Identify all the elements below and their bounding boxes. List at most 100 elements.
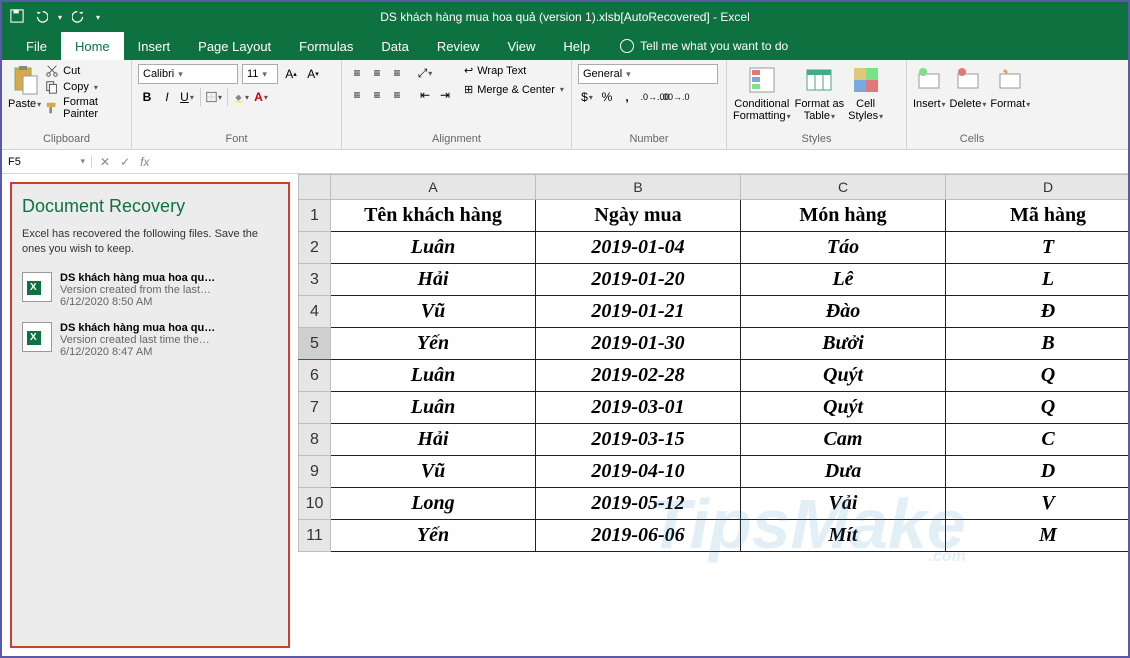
data-cell[interactable]: 2019-01-21 — [536, 296, 741, 328]
insert-cells-button[interactable]: Insert — [913, 64, 946, 110]
row-header[interactable]: 8 — [299, 424, 331, 456]
data-cell[interactable]: Vải — [741, 488, 946, 520]
data-cell[interactable]: Đào — [741, 296, 946, 328]
row-header[interactable]: 3 — [299, 264, 331, 296]
merge-center-button[interactable]: ⊞Merge & Center — [464, 83, 564, 96]
copy-button[interactable]: Copy — [45, 80, 125, 94]
data-cell[interactable]: Yến — [331, 520, 536, 552]
fx-icon[interactable]: fx — [140, 155, 149, 169]
data-cell[interactable]: B — [946, 328, 1129, 360]
tab-formulas[interactable]: Formulas — [285, 32, 367, 60]
column-header[interactable]: B — [536, 175, 741, 200]
data-cell[interactable]: 2019-03-15 — [536, 424, 741, 456]
data-cell[interactable]: 2019-06-06 — [536, 520, 741, 552]
align-middle-button[interactable]: ≡ — [368, 64, 386, 82]
spreadsheet-grid[interactable]: TipsMake.com ABCD1Tên khách hàngNgày mua… — [298, 174, 1128, 656]
increase-font-button[interactable]: A▴ — [282, 65, 300, 83]
font-size-combo[interactable]: 11 — [242, 64, 278, 84]
tab-home[interactable]: Home — [61, 32, 124, 60]
decrease-indent-button[interactable]: ⇤ — [416, 86, 434, 104]
data-cell[interactable]: 2019-03-01 — [536, 392, 741, 424]
data-cell[interactable]: Táo — [741, 232, 946, 264]
row-header[interactable]: 2 — [299, 232, 331, 264]
fill-color-button[interactable] — [232, 88, 250, 106]
data-cell[interactable]: Hải — [331, 424, 536, 456]
data-cell[interactable]: Long — [331, 488, 536, 520]
align-top-button[interactable]: ≡ — [348, 64, 366, 82]
row-header[interactable]: 4 — [299, 296, 331, 328]
row-header[interactable]: 5 — [299, 328, 331, 360]
qat-customize-icon[interactable]: ▾ — [96, 13, 100, 22]
tab-help[interactable]: Help — [549, 32, 604, 60]
data-cell[interactable]: Q — [946, 392, 1129, 424]
data-cell[interactable]: Dưa — [741, 456, 946, 488]
data-cell[interactable]: Vũ — [331, 456, 536, 488]
recovery-item[interactable]: DS khách hàng mua hoa qu…Version created… — [22, 322, 278, 358]
conditional-formatting-button[interactable]: Conditional Formatting — [733, 64, 791, 122]
tab-file[interactable]: File — [12, 32, 61, 60]
align-center-button[interactable]: ≡ — [368, 86, 386, 104]
currency-button[interactable]: $ — [578, 88, 596, 106]
tab-review[interactable]: Review — [423, 32, 494, 60]
format-as-table-button[interactable]: Format as Table — [795, 64, 845, 122]
font-name-combo[interactable]: Calibri — [138, 64, 238, 84]
align-right-button[interactable]: ≡ — [388, 86, 406, 104]
data-cell[interactable]: D — [946, 456, 1129, 488]
row-header[interactable]: 7 — [299, 392, 331, 424]
data-cell[interactable]: V — [946, 488, 1129, 520]
align-left-button[interactable]: ≡ — [348, 86, 366, 104]
column-header[interactable]: C — [741, 175, 946, 200]
data-cell[interactable]: Đ — [946, 296, 1129, 328]
increase-indent-button[interactable]: ⇥ — [436, 86, 454, 104]
undo-icon[interactable] — [34, 9, 48, 26]
underline-button[interactable]: U — [178, 88, 196, 106]
percent-button[interactable]: % — [598, 88, 616, 106]
data-cell[interactable]: Luân — [331, 392, 536, 424]
comma-button[interactable]: , — [618, 88, 636, 106]
data-cell[interactable]: 2019-05-12 — [536, 488, 741, 520]
decrease-font-button[interactable]: A▾ — [304, 65, 322, 83]
data-cell[interactable]: Cam — [741, 424, 946, 456]
number-format-combo[interactable]: General — [578, 64, 718, 84]
data-cell[interactable]: L — [946, 264, 1129, 296]
header-cell[interactable]: Ngày mua — [536, 200, 741, 232]
header-cell[interactable]: Mã hàng — [946, 200, 1129, 232]
tab-view[interactable]: View — [493, 32, 549, 60]
borders-button[interactable] — [205, 88, 223, 106]
row-header[interactable]: 6 — [299, 360, 331, 392]
data-cell[interactable]: 2019-02-28 — [536, 360, 741, 392]
cell-styles-button[interactable]: Cell Styles — [848, 64, 883, 122]
data-cell[interactable]: 2019-01-30 — [536, 328, 741, 360]
data-cell[interactable]: Yến — [331, 328, 536, 360]
row-header[interactable]: 9 — [299, 456, 331, 488]
tab-insert[interactable]: Insert — [124, 32, 185, 60]
row-header[interactable]: 11 — [299, 520, 331, 552]
data-cell[interactable]: Quýt — [741, 392, 946, 424]
data-cell[interactable]: M — [946, 520, 1129, 552]
delete-cells-button[interactable]: Delete — [950, 64, 987, 110]
data-cell[interactable]: Hải — [331, 264, 536, 296]
data-cell[interactable]: Quýt — [741, 360, 946, 392]
header-cell[interactable]: Tên khách hàng — [331, 200, 536, 232]
redo-icon[interactable] — [72, 9, 86, 26]
format-painter-button[interactable]: Format Painter — [45, 96, 125, 120]
name-box[interactable]: F5 — [2, 156, 92, 168]
data-cell[interactable]: 2019-01-20 — [536, 264, 741, 296]
cut-button[interactable]: Cut — [45, 64, 125, 78]
data-cell[interactable]: 2019-01-04 — [536, 232, 741, 264]
wrap-text-button[interactable]: ↩Wrap Text — [464, 64, 564, 77]
data-cell[interactable]: T — [946, 232, 1129, 264]
undo-dropdown-icon[interactable]: ▾ — [58, 13, 62, 22]
data-cell[interactable]: Vũ — [331, 296, 536, 328]
font-color-button[interactable]: A — [252, 88, 270, 106]
cancel-formula-icon[interactable]: ✕ — [100, 155, 110, 169]
data-cell[interactable]: 2019-04-10 — [536, 456, 741, 488]
data-cell[interactable]: Mít — [741, 520, 946, 552]
tab-page-layout[interactable]: Page Layout — [184, 32, 285, 60]
recovery-item[interactable]: DS khách hàng mua hoa qu…Version created… — [22, 272, 278, 308]
save-icon[interactable] — [10, 9, 24, 26]
data-cell[interactable]: Luân — [331, 232, 536, 264]
paste-button[interactable]: Paste — [8, 64, 41, 110]
align-bottom-button[interactable]: ≡ — [388, 64, 406, 82]
tell-me[interactable]: Tell me what you want to do — [604, 32, 788, 60]
